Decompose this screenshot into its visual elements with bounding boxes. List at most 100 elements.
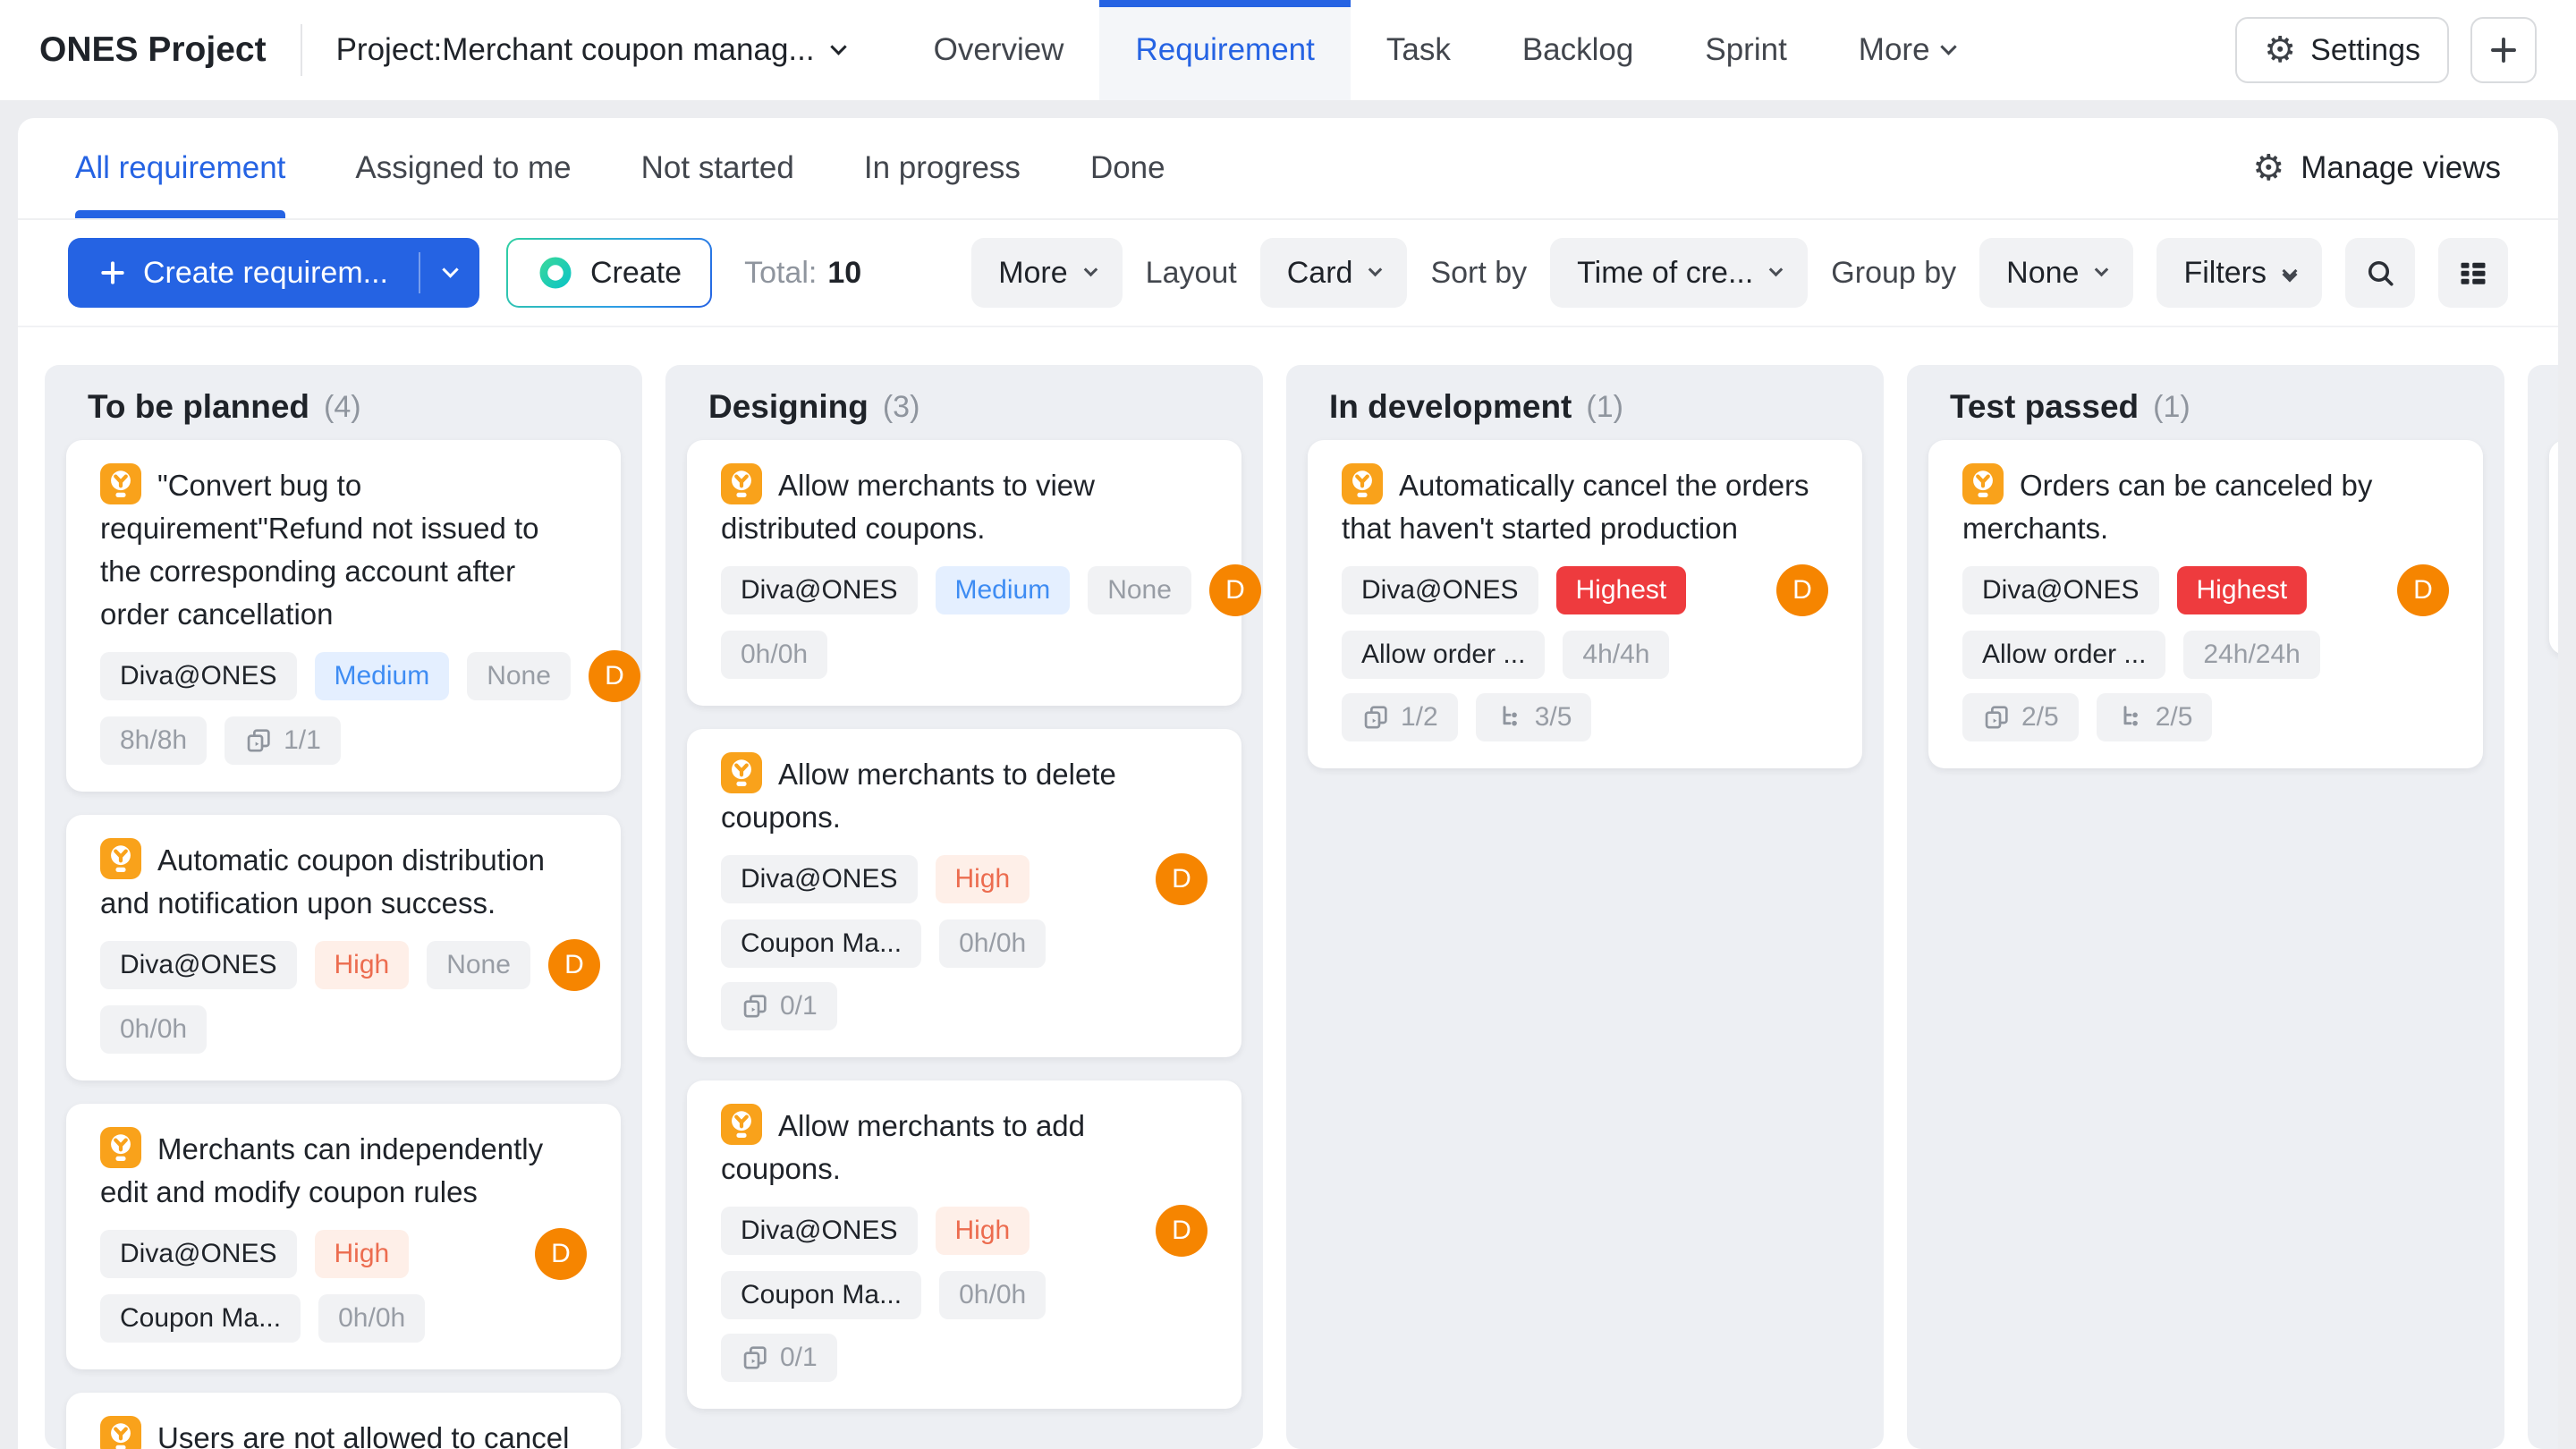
top-navbar: ONES Project Project:Merchant coupon man… — [0, 0, 2576, 100]
create-button[interactable]: Create — [506, 238, 712, 308]
requirement-icon — [100, 1416, 141, 1449]
tab-not-started[interactable]: Not started — [641, 118, 794, 218]
settings-button-label: Settings — [2310, 33, 2420, 68]
layout-select[interactable]: Card — [1260, 238, 1408, 308]
manage-views-button[interactable]: ⚙ Manage views — [2252, 150, 2501, 186]
chevron-down-icon — [1940, 38, 1956, 55]
copy-icon — [741, 1343, 769, 1372]
copy-chip: 0/1 — [721, 1334, 837, 1382]
card-title: Allow merchants to add coupons. — [721, 1104, 1208, 1191]
card[interactable]: Automatically cancel the orders that hav… — [1308, 440, 1862, 768]
module-chip: Coupon Ma... — [100, 1294, 301, 1343]
filters-button[interactable]: Filters — [2157, 238, 2322, 308]
tab-assigned-to-me[interactable]: Assigned to me — [355, 118, 571, 218]
create-button-label: Create — [590, 256, 682, 291]
card-rows: Diva@ONESMediumNoneD 8h/8h1/1 — [100, 650, 587, 765]
card-title-text: Users are not allowed to cancel orders t… — [100, 1421, 569, 1449]
nav-item-overview[interactable]: Overview — [898, 0, 1100, 100]
board-column: Designing (3) Allow merchants to view di… — [665, 365, 1263, 1449]
column-title: Designing — [708, 388, 869, 426]
plus-icon — [2487, 34, 2520, 66]
copy-icon — [1361, 703, 1390, 732]
avatar: D — [548, 939, 600, 991]
card-list: Allow merchants to view distributed coup… — [687, 440, 1241, 1409]
more-button[interactable]: More — [971, 238, 1122, 308]
detail-list-button[interactable] — [2438, 238, 2508, 308]
search-button[interactable] — [2345, 238, 2415, 308]
copy-icon — [1982, 703, 2011, 732]
tab-in-progress[interactable]: In progress — [864, 118, 1021, 218]
nav-item-backlog[interactable]: Backlog — [1487, 0, 1670, 100]
module-chip: Coupon Ma... — [721, 919, 921, 968]
partial-column — [2528, 365, 2558, 1449]
card[interactable]: Orders can be canceled by merchants. Div… — [1928, 440, 2483, 768]
group-by-select[interactable]: None — [1979, 238, 2133, 308]
card[interactable]: Users are not allowed to cancel orders t… — [66, 1393, 621, 1449]
chip-row: Diva@ONESHighD — [100, 1228, 587, 1280]
chip-row: 8h/8h1/1 — [100, 716, 587, 765]
card-title: Allow merchants to view distributed coup… — [721, 463, 1208, 550]
assignee-chip: Diva@ONES — [100, 652, 297, 700]
card-title-text: Automatically cancel the orders that hav… — [1342, 469, 1809, 545]
avatar: D — [1209, 564, 1261, 616]
assignee-chip: Diva@ONES — [100, 1230, 297, 1278]
nav-item-requirement[interactable]: Requirement — [1099, 0, 1350, 100]
muted-chip: None — [1088, 566, 1191, 614]
card-rows: Diva@ONESHighDCoupon Ma...0h/0h — [100, 1228, 587, 1343]
double-chevron-icon — [2284, 266, 2295, 280]
gear-icon: ⚙ — [2252, 150, 2284, 186]
sort-by-select[interactable]: Time of cre... — [1550, 238, 1808, 308]
app-logo: ONES Project — [39, 30, 267, 70]
card-title: Allow merchants to delete coupons. — [721, 752, 1208, 839]
card[interactable]: Allow merchants to delete coupons. Diva@… — [687, 729, 1241, 1057]
card-title: Users are not allowed to cancel orders t… — [100, 1416, 587, 1449]
card-rows: Diva@ONESHighestDAllow order ...24h/24h2… — [1962, 564, 2449, 741]
board-column: Test passed (1) Orders can be canceled b… — [1907, 365, 2504, 1449]
nav-item-sprint[interactable]: Sprint — [1669, 0, 1822, 100]
create-requirement-dropdown[interactable] — [420, 238, 479, 308]
chip-row: Diva@ONESHighD — [721, 853, 1208, 905]
assignee-chip: Diva@ONES — [100, 941, 297, 989]
chip-row: Diva@ONESMediumNoneD — [721, 564, 1208, 616]
add-button[interactable] — [2470, 17, 2537, 83]
create-requirement-button[interactable]: Create requirem... — [68, 238, 479, 308]
avatar: D — [1776, 564, 1828, 616]
ring-icon — [537, 254, 574, 292]
medium-chip: Medium — [936, 566, 1071, 614]
card[interactable]: Allow merchants to add coupons. Diva@ONE… — [687, 1080, 1241, 1409]
card[interactable]: "Convert bug to requirement"Refund not i… — [66, 440, 621, 792]
column-title: To be planned — [88, 388, 309, 426]
hours-chip: 24h/24h — [2183, 631, 2319, 679]
assignee-chip: Diva@ONES — [721, 1207, 918, 1255]
requirement-icon — [1342, 463, 1383, 504]
card[interactable]: Allow merchants to view distributed coup… — [687, 440, 1241, 706]
gear-icon: ⚙ — [2264, 32, 2296, 68]
chip-row: 1/23/5 — [1342, 693, 1828, 741]
column-count: (1) — [1586, 390, 1623, 425]
highest-chip: Highest — [2177, 566, 2308, 614]
nav-item-task[interactable]: Task — [1351, 0, 1487, 100]
card-title-text: Orders can be canceled by merchants. — [1962, 469, 2372, 545]
chip-row: 0h/0h — [721, 631, 1208, 679]
nav-item-more[interactable]: More — [1823, 0, 1990, 100]
muted-chip: None — [467, 652, 571, 700]
chevron-down-icon — [1368, 263, 1383, 277]
card[interactable]: Automatic coupon distribution and notifi… — [66, 815, 621, 1080]
tab-done[interactable]: Done — [1090, 118, 1165, 218]
chip-row: Diva@ONESMediumNoneD — [100, 650, 587, 702]
card-rows: Diva@ONESHighDCoupon Ma...0h/0h0/1 — [721, 1205, 1208, 1382]
high-chip: High — [936, 855, 1030, 903]
requirement-icon — [100, 463, 141, 504]
card[interactable]: Merchants can independently edit and mod… — [66, 1104, 621, 1369]
muted-chip: None — [427, 941, 530, 989]
settings-button[interactable]: ⚙ Settings — [2235, 17, 2449, 83]
chevron-down-icon — [1083, 263, 1097, 277]
hours-chip: 4h/4h — [1563, 631, 1669, 679]
tab-all-requirement[interactable]: All requirement — [75, 118, 285, 218]
avatar: D — [1156, 1205, 1208, 1257]
plus-icon — [98, 258, 127, 287]
project-selector-label: Project:Merchant coupon manag... — [336, 32, 815, 68]
project-selector[interactable]: Project:Merchant coupon manag... — [336, 32, 844, 68]
high-chip: High — [315, 941, 410, 989]
card[interactable] — [2549, 440, 2558, 655]
